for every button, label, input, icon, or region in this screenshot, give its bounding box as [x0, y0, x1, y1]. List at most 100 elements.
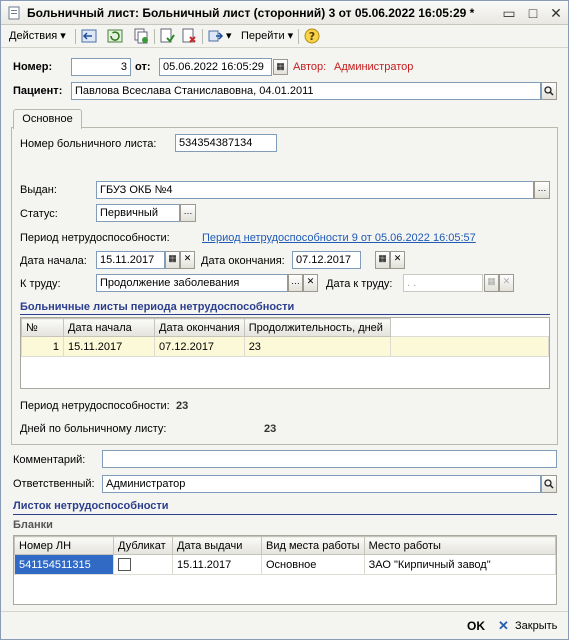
svg-text:?: ?: [309, 30, 315, 43]
period-link[interactable]: Период нетрудоспособности 9 от 05.06.202…: [202, 232, 476, 244]
issued-label: Выдан:: [20, 184, 57, 196]
end-date-label: Дата окончания:: [201, 255, 285, 267]
sheet-title: Листок нетрудоспособности: [13, 500, 169, 512]
number-label: Номер:: [13, 61, 53, 73]
close-x-icon[interactable]: ✕: [498, 618, 509, 634]
tab-main[interactable]: Основное: [13, 109, 82, 129]
structure-icon[interactable]: [208, 28, 224, 44]
table-cell[interactable]: 07.12.2017: [154, 336, 245, 357]
structure-dropdown[interactable]: ▾: [226, 28, 232, 45]
calendar-icon[interactable]: ▦: [375, 251, 390, 269]
blanks-title: Бланки: [13, 519, 53, 531]
column-header-empty: [390, 318, 549, 337]
refresh-icon[interactable]: [107, 28, 123, 44]
title-bar: Больничный лист: Больничный лист (сторон…: [1, 1, 568, 25]
column-header[interactable]: Номер ЛН: [14, 536, 114, 555]
toolbar-separator: [298, 29, 299, 44]
work-date-input[interactable]: . .: [403, 274, 483, 292]
cancel-posting-icon[interactable]: [181, 28, 197, 44]
window-title: Больничный лист: Больничный лист (сторон…: [27, 6, 475, 20]
back-icon[interactable]: [81, 28, 97, 44]
actions-label: Действия: [9, 30, 58, 42]
status-select-button[interactable]: …: [180, 204, 196, 222]
patient-input[interactable]: Павлова Всеслава Станиславовна, 04.01.20…: [71, 82, 541, 100]
status-label: Статус:: [20, 208, 58, 220]
copy-icon[interactable]: [133, 28, 149, 44]
author-value: Администратор: [334, 61, 414, 73]
toolbar-separator: [75, 29, 76, 44]
calendar-icon[interactable]: ▦: [484, 274, 499, 292]
maximize-icon[interactable]: □: [524, 4, 542, 22]
patient-search-icon[interactable]: [541, 82, 557, 100]
period-total-value: 23: [176, 400, 189, 412]
divider: [13, 514, 557, 515]
number-input[interactable]: 3: [71, 58, 131, 76]
to-work-label: К труду:: [20, 278, 61, 290]
close-button[interactable]: Закрыть: [515, 620, 557, 632]
end-date-input[interactable]: 07.12.2017: [292, 251, 361, 269]
blanks-table: Номер ЛН Дубликат Дата выдачи Вид места …: [14, 536, 557, 575]
to-work-input[interactable]: Продолжение заболевания: [96, 274, 288, 292]
table-cell[interactable]: 15.11.2017: [172, 554, 262, 575]
work-date-label: Дата к труду:: [326, 278, 393, 290]
start-date-label: Дата начала:: [20, 255, 87, 267]
comment-input[interactable]: [102, 450, 557, 468]
responsible-input[interactable]: Администратор: [102, 475, 541, 493]
column-header[interactable]: Место работы: [363, 536, 557, 555]
patient-label: Пациент:: [13, 85, 63, 97]
table-row[interactable]: 541154511315 15.11.2017 Основное ЗАО "Ки…: [14, 554, 557, 575]
clear-icon[interactable]: ✕: [390, 251, 405, 269]
document-icon: [8, 6, 20, 20]
issued-select-button[interactable]: …: [534, 181, 550, 199]
actions-menu[interactable]: Действия ▾: [9, 28, 66, 45]
table-cell[interactable]: 15.11.2017: [63, 336, 155, 357]
column-header[interactable]: Дата выдачи: [172, 536, 262, 555]
duplicate-checkbox-cell[interactable]: [113, 554, 173, 575]
column-header[interactable]: Вид места работы: [261, 536, 365, 555]
ok-button[interactable]: OK: [467, 619, 485, 633]
toolbar: Действия ▾ ▾ Перейти ▾ ?: [1, 25, 568, 48]
table-cell[interactable]: 23: [243, 336, 391, 357]
clear-icon[interactable]: ✕: [180, 251, 195, 269]
duplicate-checkbox[interactable]: [118, 558, 131, 571]
close-icon[interactable]: ✕: [547, 4, 565, 22]
table-header-row: Номер ЛН Дубликат Дата выдачи Вид места …: [14, 536, 557, 555]
column-header[interactable]: Дата окончания: [154, 318, 245, 337]
clear-icon[interactable]: ✕: [303, 274, 318, 292]
period-table: № Дата начала Дата окончания Продолжител…: [21, 318, 550, 357]
window: Больничный лист: Больничный лист (сторон…: [0, 0, 569, 640]
footer-divider: [1, 611, 568, 612]
help-icon[interactable]: ?: [304, 28, 320, 44]
goto-menu[interactable]: Перейти ▾: [241, 28, 293, 45]
sick-list-number-input[interactable]: 534354387134: [175, 134, 277, 152]
clear-icon[interactable]: ✕: [499, 274, 514, 292]
goto-label: Перейти: [241, 30, 285, 42]
table-cell[interactable]: 541154511315: [14, 554, 114, 575]
post-document-icon[interactable]: [159, 28, 175, 44]
column-header[interactable]: Продолжительность, дней: [243, 318, 391, 337]
period-label: Период нетрудоспособности:: [20, 232, 170, 244]
days-value: 23: [264, 423, 277, 435]
to-work-select-button[interactable]: …: [288, 274, 303, 292]
period-lists-title: Больничные листы периода нетрудоспособно…: [20, 301, 295, 313]
document-date-input[interactable]: 05.06.2022 16:05:29: [159, 58, 272, 76]
status-input[interactable]: Первичный: [96, 204, 180, 222]
issued-input[interactable]: ГБУЗ ОКБ №4: [96, 181, 534, 199]
calendar-icon[interactable]: ▦: [273, 59, 288, 75]
toolbar-separator: [154, 29, 155, 44]
table-cell[interactable]: 1: [21, 336, 64, 357]
column-header[interactable]: Дубликат: [113, 536, 173, 555]
tab-main-label: Основное: [22, 113, 73, 125]
table-cell[interactable]: Основное: [261, 554, 365, 575]
table-cell[interactable]: ЗАО "Кирпичный завод": [363, 554, 557, 575]
start-date-input[interactable]: 15.11.2017: [96, 251, 165, 269]
author-label: Автор:: [293, 61, 327, 73]
minimize-icon[interactable]: ▭: [500, 4, 518, 22]
column-header[interactable]: №: [21, 318, 64, 337]
divider: [20, 314, 550, 315]
column-header[interactable]: Дата начала: [63, 318, 155, 337]
days-label: Дней по больничному листу:: [20, 423, 167, 435]
table-row[interactable]: 1 15.11.2017 07.12.2017 23: [21, 336, 550, 357]
calendar-icon[interactable]: ▦: [165, 251, 180, 269]
responsible-search-icon[interactable]: [541, 475, 557, 493]
